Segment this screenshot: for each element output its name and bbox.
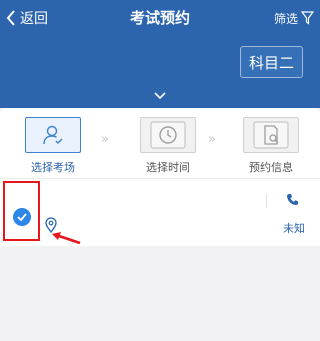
document-search-icon bbox=[253, 121, 289, 149]
divider bbox=[266, 194, 267, 208]
step-booking-info[interactable]: 预约信息 bbox=[231, 117, 311, 175]
subject-button[interactable]: 科目二 bbox=[240, 46, 303, 78]
filter-button[interactable]: 筛选 bbox=[274, 7, 314, 29]
step-label: 选择考场 bbox=[31, 161, 75, 174]
pointer-arrow-icon bbox=[52, 232, 81, 245]
step-select-site[interactable]: 选择考场 bbox=[13, 117, 93, 175]
step-select-time[interactable]: 选择时间 bbox=[128, 117, 208, 175]
step-separator: » bbox=[208, 132, 216, 147]
phone-icon[interactable] bbox=[286, 193, 299, 206]
header-bar: 返回 考试预约 筛选 科目二 bbox=[0, 0, 320, 108]
step-icon-box bbox=[140, 117, 196, 153]
site-status-text: 未知 bbox=[283, 222, 305, 235]
filter-label: 筛选 bbox=[273, 11, 298, 26]
chevron-down-icon[interactable] bbox=[154, 92, 166, 100]
clock-icon bbox=[150, 121, 186, 149]
filter-funnel-icon bbox=[301, 11, 314, 25]
step-indicator: 选择考场 » 选择时间 » 预约信息 bbox=[0, 108, 320, 178]
step-separator: » bbox=[101, 132, 109, 147]
exam-site-card[interactable] bbox=[0, 178, 320, 246]
step-label: 选择时间 bbox=[146, 161, 190, 174]
highlight-box bbox=[3, 181, 40, 241]
page-title: 考试预约 bbox=[129, 9, 190, 27]
user-check-icon bbox=[43, 125, 63, 145]
step-icon-box bbox=[25, 117, 81, 153]
step-label: 预约信息 bbox=[249, 161, 293, 174]
step-icon-box bbox=[243, 117, 299, 153]
